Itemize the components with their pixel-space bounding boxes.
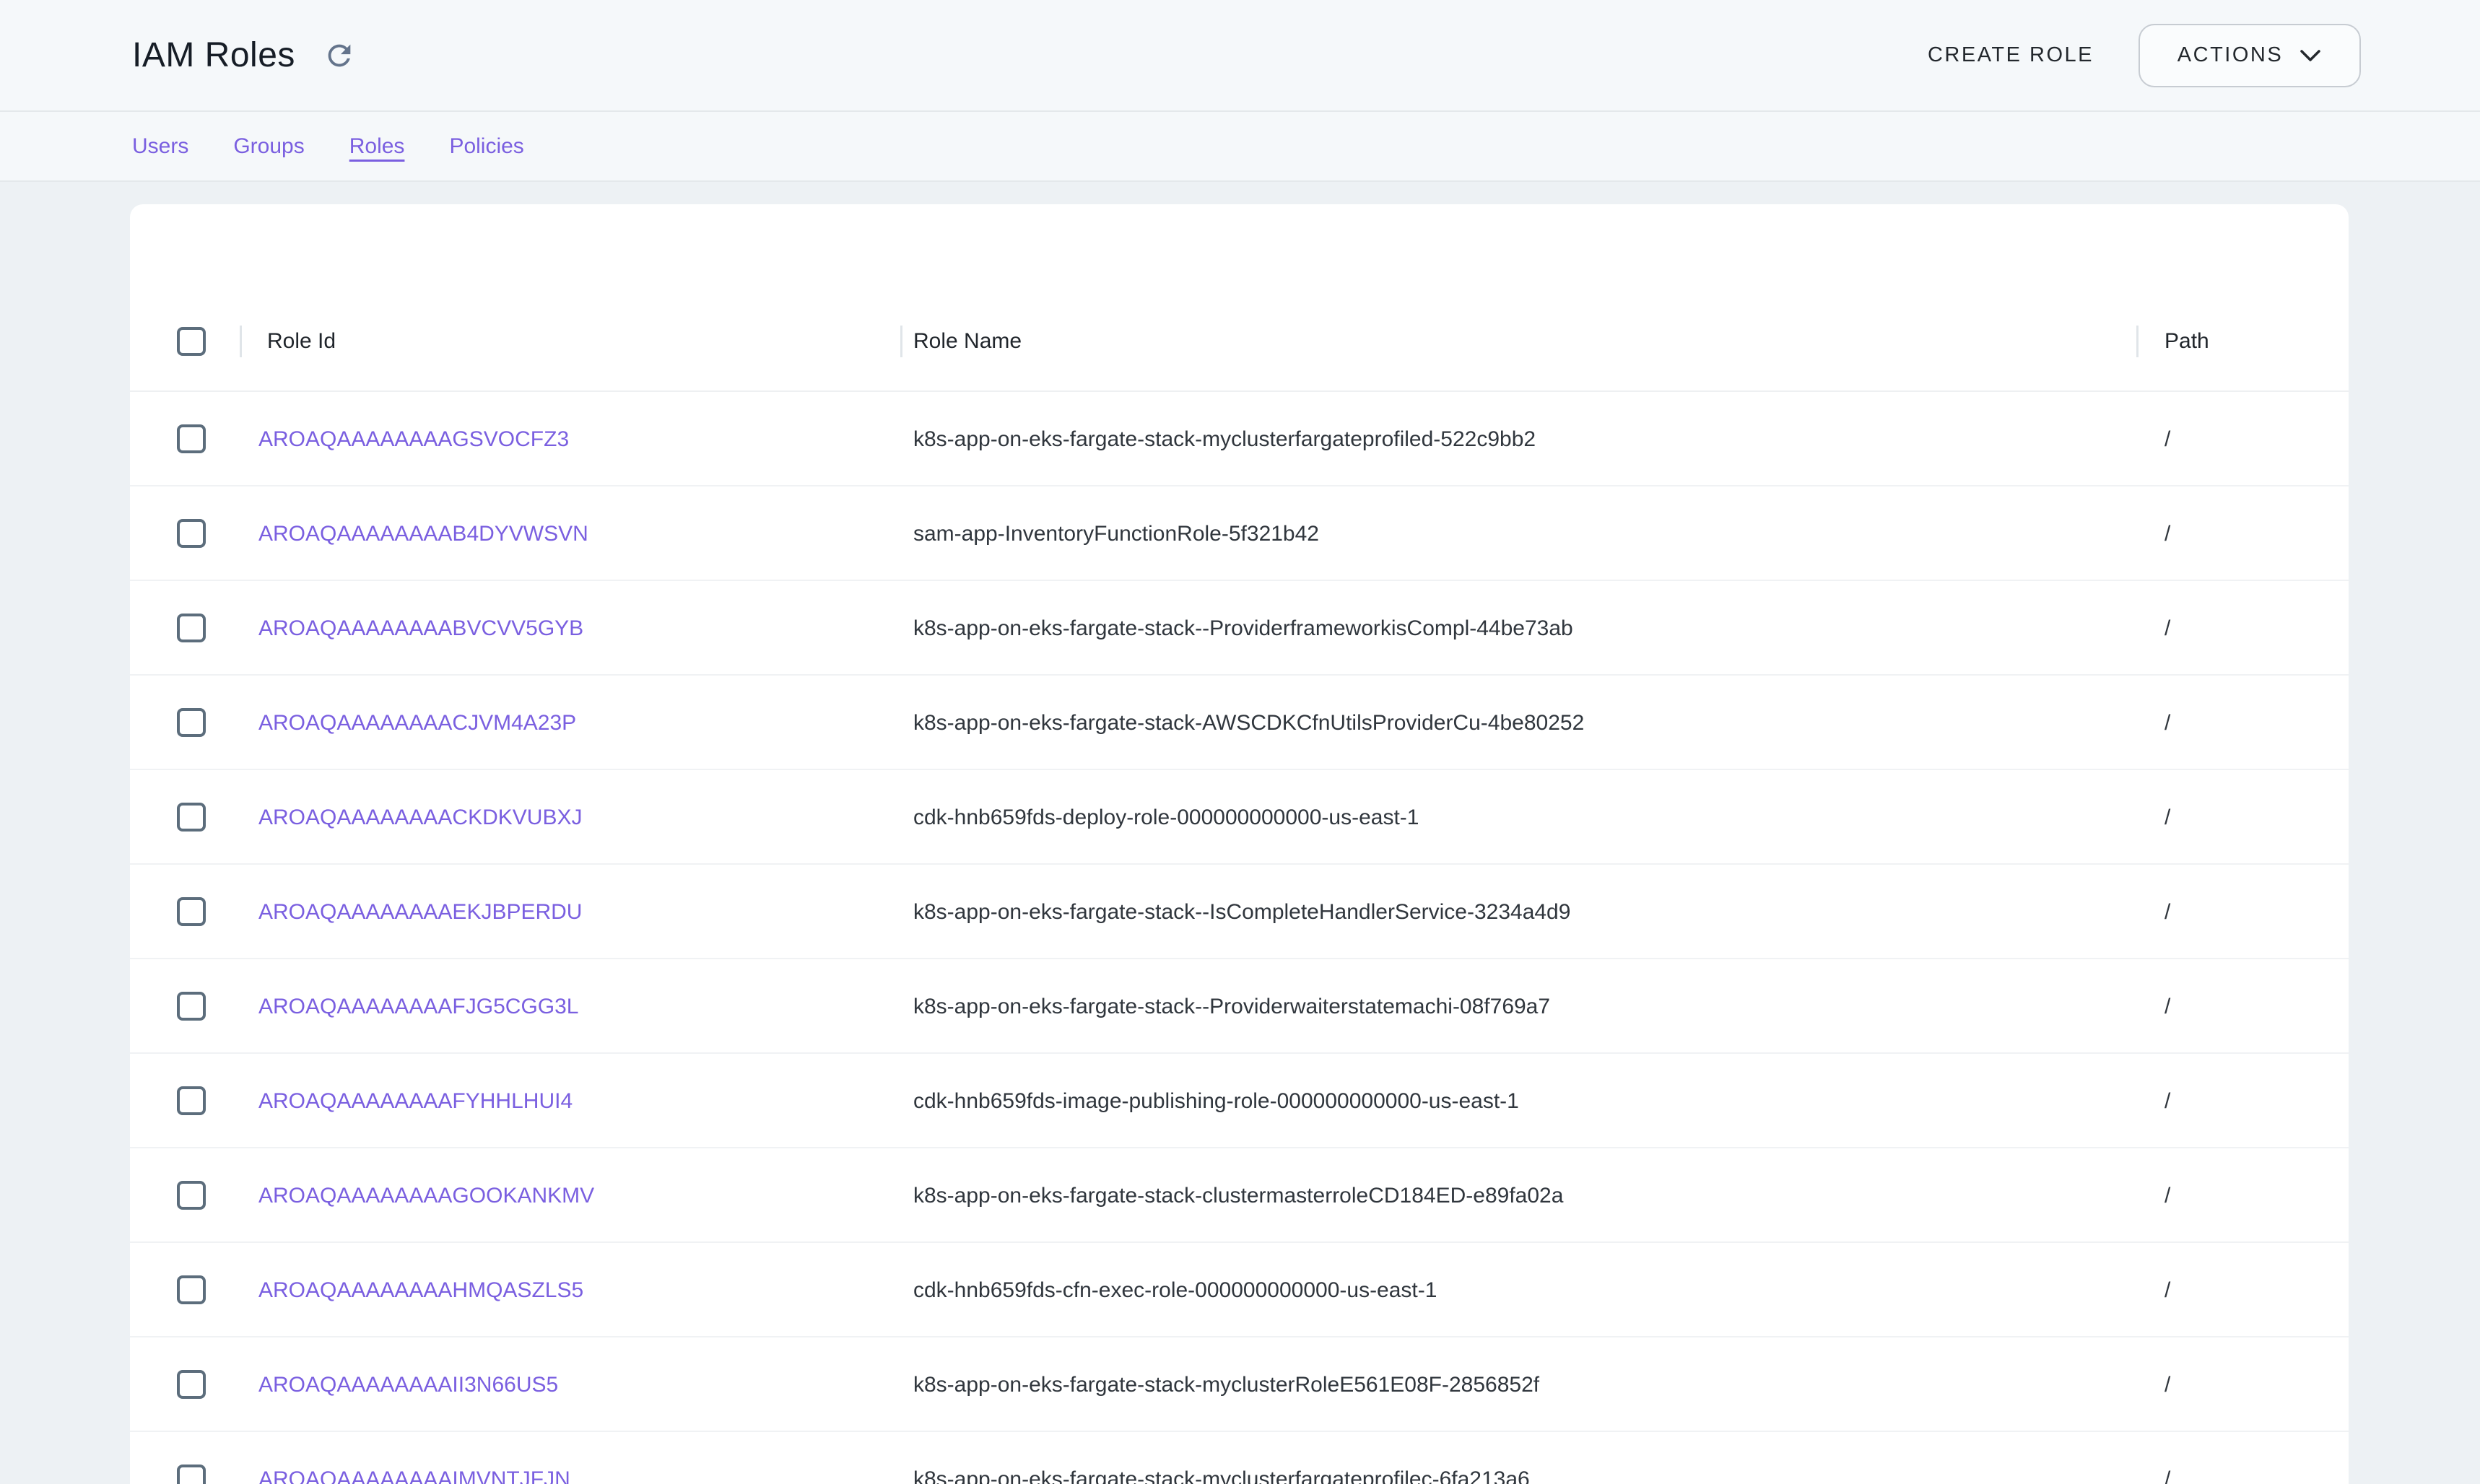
page-header: IAM Roles CREATE ROLE ACTIONS xyxy=(0,0,2480,112)
row-checkbox[interactable] xyxy=(177,897,206,926)
role-name-cell: k8s-app-on-eks-fargate-stack-myclusterfa… xyxy=(913,392,1536,486)
column-separator xyxy=(900,326,902,357)
table-row: AROAQAAAAAAAAIMVNTJFJN k8s-app-on-eks-far… xyxy=(130,1432,2349,1484)
table-body: AROAQAAAAAAAAGSVOCFZ3 k8s-app-on-eks-farg… xyxy=(130,392,2349,1484)
role-id-link[interactable]: AROAQAAAAAAAAEKJBPERDU xyxy=(258,865,582,959)
table-row: AROAQAAAAAAAACJVM4A23P k8s-app-on-eks-far… xyxy=(130,676,2349,770)
role-name-cell: k8s-app-on-eks-fargate-stack--Providerfr… xyxy=(913,581,1573,676)
role-name-cell: cdk-hnb659fds-deploy-role-000000000000-u… xyxy=(913,770,1419,865)
role-id-link[interactable]: AROAQAAAAAAAACJVM4A23P xyxy=(258,676,576,770)
row-checkbox[interactable] xyxy=(177,1181,206,1210)
table-header-row: Role Id Role Name Path xyxy=(130,204,2349,392)
title-group: IAM Roles xyxy=(132,35,356,75)
table-row: AROAQAAAAAAAAEKJBPERDU k8s-app-on-eks-far… xyxy=(130,865,2349,959)
role-id-link[interactable]: AROAQAAAAAAAAIMVNTJFJN xyxy=(258,1432,570,1484)
table-row: AROAQAAAAAAAAII3N66US5 k8s-app-on-eks-far… xyxy=(130,1337,2349,1432)
tab-policies[interactable]: Policies xyxy=(449,134,523,159)
role-name-cell: cdk-hnb659fds-cfn-exec-role-000000000000… xyxy=(913,1243,1437,1337)
row-checkbox[interactable] xyxy=(177,1086,206,1115)
actions-button[interactable]: ACTIONS xyxy=(2139,24,2361,87)
table-row: AROAQAAAAAAAAFJG5CGG3L k8s-app-on-eks-far… xyxy=(130,959,2349,1054)
refresh-icon[interactable] xyxy=(323,39,356,72)
iam-section-tabs: Users Groups Roles Policies xyxy=(0,112,2480,182)
role-path-cell: / xyxy=(2164,1148,2170,1243)
roles-table-card: Role Id Role Name Path AROAQAAAAAAAAGSVO… xyxy=(130,204,2349,1484)
column-header-role-name[interactable]: Role Name xyxy=(913,327,1022,356)
create-role-button[interactable]: CREATE ROLE xyxy=(1928,43,2094,67)
role-name-cell: sam-app-InventoryFunctionRole-5f321b42 xyxy=(913,486,1319,581)
row-checkbox[interactable] xyxy=(177,992,206,1021)
role-path-cell: / xyxy=(2164,1337,2170,1432)
role-id-link[interactable]: AROAQAAAAAAAAGOOKANKMV xyxy=(258,1148,594,1243)
header-actions: CREATE ROLE ACTIONS xyxy=(1928,24,2361,87)
row-checkbox[interactable] xyxy=(177,1465,206,1484)
tab-roles[interactable]: Roles xyxy=(349,134,405,159)
role-id-link[interactable]: AROAQAAAAAAAAFYHHLHUI4 xyxy=(258,1054,573,1148)
tab-users[interactable]: Users xyxy=(132,134,188,159)
role-name-cell: k8s-app-on-eks-fargate-stack-clustermast… xyxy=(913,1148,1563,1243)
role-name-cell: cdk-hnb659fds-image-publishing-role-0000… xyxy=(913,1054,1519,1148)
role-path-cell: / xyxy=(2164,1432,2170,1484)
table-row: AROAQAAAAAAAAB4DYVWSVN sam-app-InventoryF… xyxy=(130,486,2349,581)
role-name-cell: k8s-app-on-eks-fargate-stack--IsComplete… xyxy=(913,865,1570,959)
content-area: Role Id Role Name Path AROAQAAAAAAAAGSVO… xyxy=(0,182,2480,1484)
table-row: AROAQAAAAAAAACKDKVUBXJ cdk-hnb659fds-depl… xyxy=(130,770,2349,865)
row-checkbox[interactable] xyxy=(177,803,206,832)
row-checkbox[interactable] xyxy=(177,519,206,548)
role-id-link[interactable]: AROAQAAAAAAAAFJG5CGG3L xyxy=(258,959,578,1054)
role-id-link[interactable]: AROAQAAAAAAAAHMQASZLS5 xyxy=(258,1243,583,1337)
row-checkbox[interactable] xyxy=(177,614,206,642)
role-id-link[interactable]: AROAQAAAAAAAAII3N66US5 xyxy=(258,1337,558,1432)
role-path-cell: / xyxy=(2164,1054,2170,1148)
iam-roles-page: IAM Roles CREATE ROLE ACTIONS Users Grou… xyxy=(0,0,2480,1484)
table-row: AROAQAAAAAAAAFYHHLHUI4 cdk-hnb659fds-imag… xyxy=(130,1054,2349,1148)
actions-button-label: ACTIONS xyxy=(2177,43,2283,67)
row-checkbox[interactable] xyxy=(177,708,206,737)
table-row: AROAQAAAAAAAAGSVOCFZ3 k8s-app-on-eks-farg… xyxy=(130,392,2349,486)
table-row: AROAQAAAAAAAAHMQASZLS5 cdk-hnb659fds-cfn-… xyxy=(130,1243,2349,1337)
table-row: AROAQAAAAAAAABVCVV5GYB k8s-app-on-eks-far… xyxy=(130,581,2349,676)
column-separator xyxy=(240,326,242,357)
column-header-role-id[interactable]: Role Id xyxy=(267,327,336,356)
role-path-cell: / xyxy=(2164,392,2170,486)
role-id-link[interactable]: AROAQAAAAAAAABVCVV5GYB xyxy=(258,581,583,676)
role-name-cell: k8s-app-on-eks-fargate-stack-myclusterRo… xyxy=(913,1337,1539,1432)
role-name-cell: k8s-app-on-eks-fargate-stack-AWSCDKCfnUt… xyxy=(913,676,1584,770)
page-title: IAM Roles xyxy=(132,35,295,75)
role-path-cell: / xyxy=(2164,581,2170,676)
row-checkbox[interactable] xyxy=(177,424,206,453)
chevron-down-icon xyxy=(2299,48,2322,63)
role-id-link[interactable]: AROAQAAAAAAAACKDKVUBXJ xyxy=(258,770,582,865)
role-path-cell: / xyxy=(2164,865,2170,959)
tab-groups[interactable]: Groups xyxy=(233,134,304,159)
role-path-cell: / xyxy=(2164,770,2170,865)
role-name-cell: k8s-app-on-eks-fargate-stack-myclusterfa… xyxy=(913,1432,1530,1484)
role-id-link[interactable]: AROAQAAAAAAAAGSVOCFZ3 xyxy=(258,392,569,486)
role-id-link[interactable]: AROAQAAAAAAAAB4DYVWSVN xyxy=(258,486,588,581)
column-header-path[interactable]: Path xyxy=(2164,327,2209,356)
role-path-cell: / xyxy=(2164,676,2170,770)
row-checkbox[interactable] xyxy=(177,1275,206,1304)
role-path-cell: / xyxy=(2164,486,2170,581)
column-separator xyxy=(2136,326,2139,357)
role-path-cell: / xyxy=(2164,959,2170,1054)
role-name-cell: k8s-app-on-eks-fargate-stack--Providerwa… xyxy=(913,959,1550,1054)
role-path-cell: / xyxy=(2164,1243,2170,1337)
table-row: AROAQAAAAAAAAGOOKANKMV k8s-app-on-eks-far… xyxy=(130,1148,2349,1243)
select-all-checkbox[interactable] xyxy=(177,327,206,356)
row-checkbox[interactable] xyxy=(177,1370,206,1399)
